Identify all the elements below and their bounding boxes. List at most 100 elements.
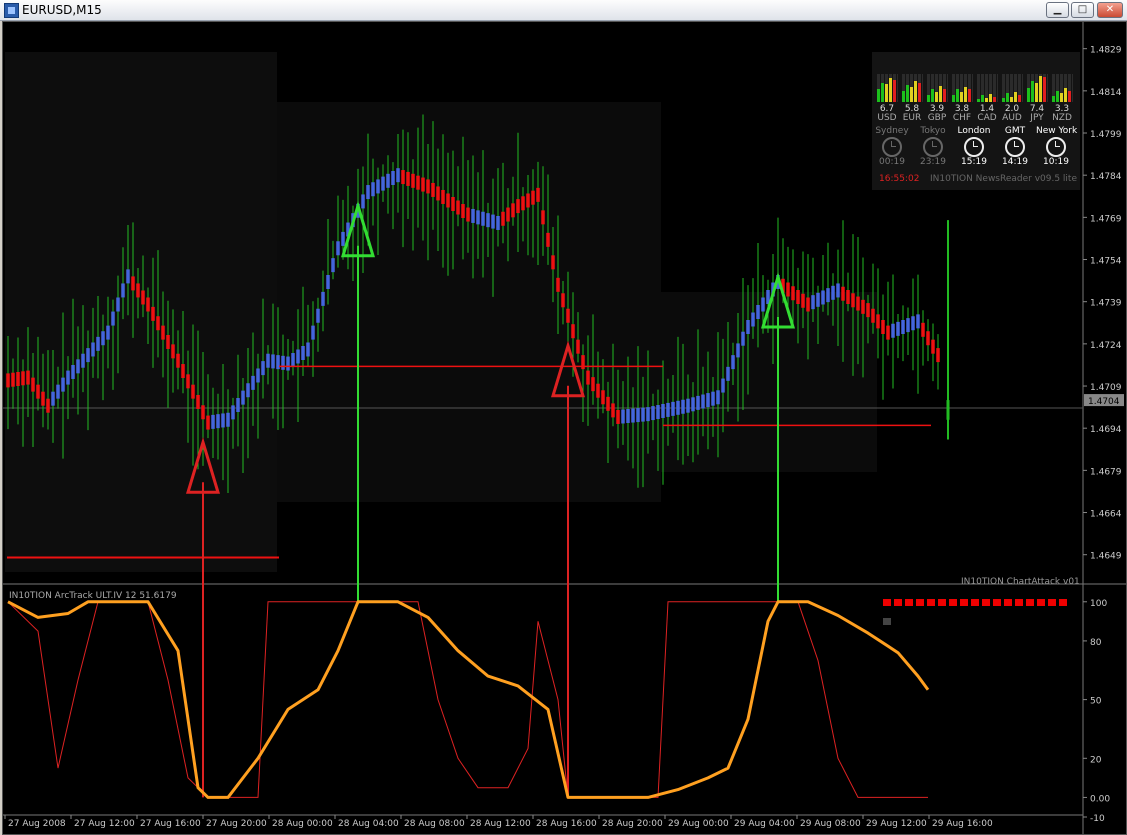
strength-bar [1043,77,1046,102]
newsreader-name: IN10TION NewsReader v09.5 lite [930,174,1077,184]
currency-name: CHF [952,113,972,123]
strength-bar [993,97,996,102]
currency-meter-chf: 3.8 CHF [950,52,974,123]
chartattack-dot [960,599,968,606]
chartattack-dot [1026,599,1034,606]
currency-meter-jpy: 7.4 JPY [1025,52,1049,123]
time-axis-label: 27 Aug 20:00 [206,819,267,829]
osc-axis-label: 50 [1090,697,1102,707]
time-axis-label: 28 Aug 08:00 [404,819,465,829]
session-clock-gmt: GMT 14:19 [995,126,1035,172]
strength-bar [889,78,892,102]
strength-bars [1027,74,1048,102]
time-axis-label: 29 Aug 08:00 [800,819,861,829]
session-clock-sydney: Sydney 00:19 [872,126,912,172]
strength-bars [902,74,923,102]
strength-bars [1002,74,1023,102]
strength-bar [1060,93,1063,102]
chartattack-label: IN10TION ChartAttack v01 [961,577,1080,587]
osc-axis-label: 0.00 [1090,794,1110,804]
currency-name: JPY [1030,113,1044,123]
chartattack-dot [883,618,891,625]
chartattack-dot [916,599,924,606]
time-axis-label: 29 Aug 12:00 [866,819,927,829]
strength-bar [877,89,880,102]
strength-bar [964,86,967,102]
price-axis-label: 1.4679 [1090,467,1122,477]
chartattack-dot [1004,599,1012,606]
price-axis-label: 1.4709 [1090,383,1122,393]
chart-window-icon [4,3,19,18]
osc-axis-label: 80 [1090,638,1102,648]
strength-bar [1052,95,1055,102]
price-axis-label: 1.4724 [1090,341,1122,351]
time-axis-label: 28 Aug 04:00 [338,819,399,829]
strength-bar [881,82,884,102]
strength-bars [1052,74,1073,102]
chart-window[interactable]: 1.4829 1.4814 1.4799 1.4784 1.4769 1.4754 1.47… [2,21,1127,835]
price-axis-label: 1.4754 [1090,257,1122,267]
strength-bar [956,89,959,102]
chartattack-dot [1037,599,1045,606]
session-clock-new-york: New York 10:19 [1036,126,1078,172]
clock-time: 15:19 [961,157,987,167]
strength-bar [981,94,984,102]
clock-icon [882,137,902,157]
clock-time: 23:19 [920,157,946,167]
time-axis-label: 27 Aug 2008 [8,819,66,829]
strength-bar [939,86,942,102]
strength-bars [977,74,998,102]
strength-bar [977,99,980,102]
strength-bars [877,74,898,102]
clock-city: Tokyo [920,126,946,136]
session-clock-tokyo: Tokyo 23:19 [913,126,953,172]
clock-city: New York [1036,126,1078,136]
strength-bar [893,79,896,102]
currency-name: EUR [902,113,922,123]
close-button[interactable]: ✕ [1097,2,1123,18]
strength-bar [968,89,971,102]
currency-meter-usd: 6.7 USD [875,52,899,123]
price-axis-label: 1.4784 [1090,172,1122,182]
price-axis-label: 1.4739 [1090,299,1122,309]
minimize-button[interactable]: ▁ [1046,2,1069,18]
price-axis-label: 1.4664 [1090,510,1122,520]
chartattack-dot [982,599,990,606]
strength-bar [1014,92,1017,102]
chartattack-dot [894,599,902,606]
clock-icon [964,137,984,157]
session-shade [5,52,277,572]
strength-bar [914,80,917,102]
chartattack-dot [883,599,891,606]
clock-icon [1046,137,1066,157]
strength-bar [931,89,934,102]
strength-bar [918,82,921,102]
time-axis-label: 28 Aug 20:00 [602,819,663,829]
strength-bars [927,74,948,102]
chartattack-dot [1059,599,1067,606]
strength-bar [1068,91,1071,102]
time-axis-label: 29 Aug 04:00 [734,819,795,829]
time-axis-label: 29 Aug 16:00 [932,819,993,829]
chartattack-dot [1048,599,1056,606]
price-axis-label: 1.4799 [1090,130,1122,140]
maximize-button[interactable]: □ [1071,2,1094,18]
clock-icon [923,137,943,157]
currency-meter-eur: 5.8 EUR [900,52,924,123]
session-clock-london: London 15:19 [954,126,994,172]
clock-city: GMT [1004,126,1026,136]
price-axis-label: 1.4814 [1090,88,1122,98]
strength-bar [943,89,946,102]
currency-name: CAD [977,113,997,123]
currency-meter-aud: 2.0 AUD [1000,52,1024,123]
osc-axis-label: 20 [1090,755,1102,765]
clock-icon [1005,137,1025,157]
newsreader-time: 16:55:02 [879,174,920,184]
strength-bar [1018,95,1021,102]
time-axis-label: 28 Aug 00:00 [272,819,333,829]
indicator-name-label: IN10TION ArcTrack ULT.IV 12 51.6179 [9,591,177,601]
clock-time: 14:19 [1002,157,1028,167]
strength-bar [1039,76,1042,102]
chartattack-signal-dots [883,591,1078,625]
window-title-bar: EURUSD,M15 ▁ □ ✕ [0,0,1127,21]
